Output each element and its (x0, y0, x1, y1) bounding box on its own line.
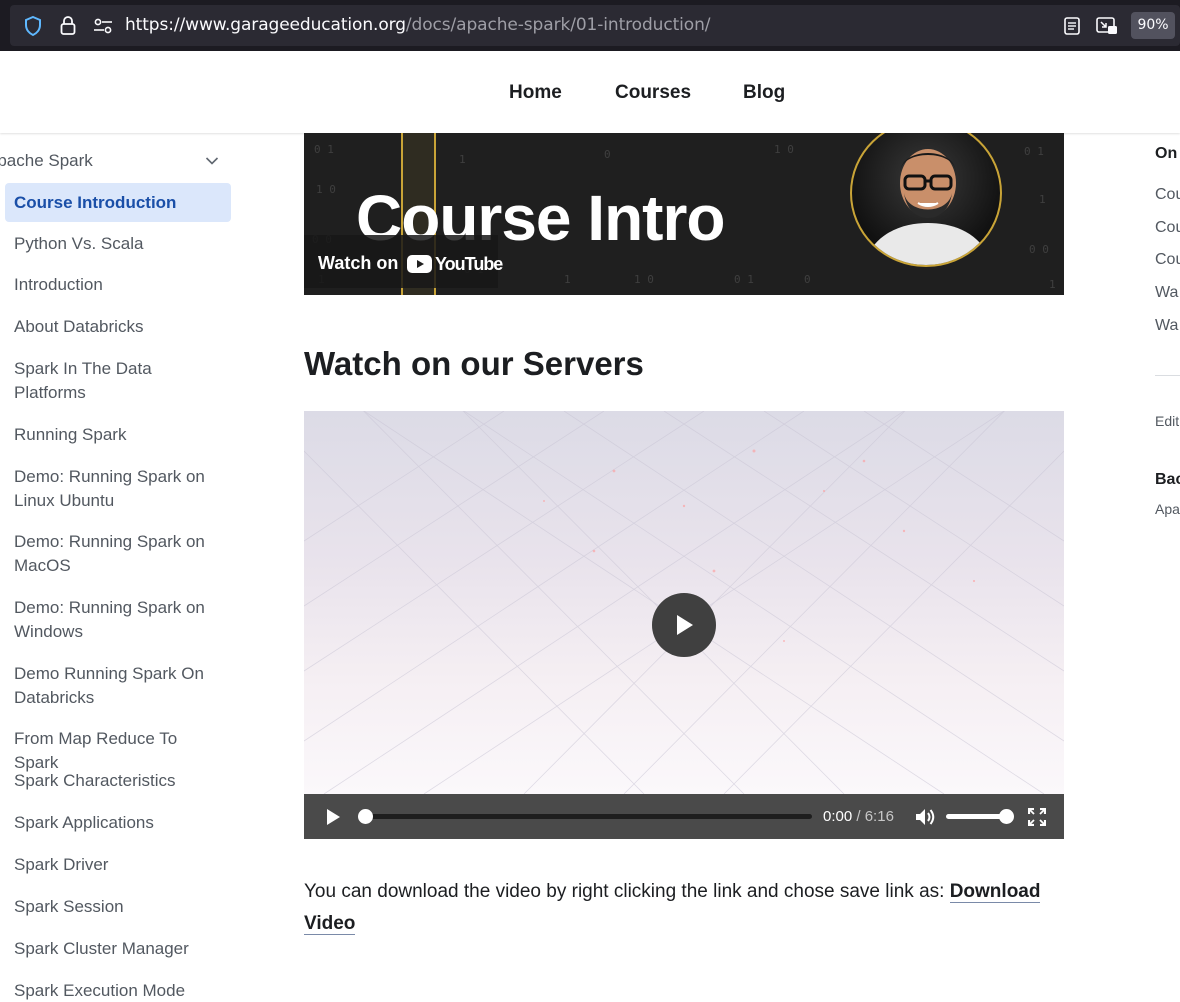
svg-text:1 0: 1 0 (774, 143, 794, 156)
sidebar-item-introduction[interactable]: Introduction (5, 273, 231, 297)
url-bar[interactable]: https://www.garageeducation.org/docs/apa… (10, 5, 1180, 46)
svg-text:0 0: 0 0 (1029, 243, 1049, 256)
nav-link-blog[interactable]: Blog (743, 82, 785, 104)
svg-text:1 0: 1 0 (634, 273, 654, 286)
svg-text:1 0: 1 0 (316, 183, 336, 196)
sidebar-item-spark-session[interactable]: Spark Session (5, 895, 231, 919)
toc-heading: On (1155, 145, 1178, 162)
sidebar-item-demo-macos[interactable]: Demo: Running Spark on MacOS (5, 530, 231, 578)
video-player[interactable]: 0:00 / 6:16 (304, 411, 1064, 839)
sidebar-item-spark-in-data-platforms[interactable]: Spark In The Data Platforms (5, 357, 231, 405)
toc-item[interactable]: Wa (1155, 284, 1178, 302)
svg-text:0 1: 0 1 (1024, 145, 1044, 158)
docs-sidebar: Apache Spark Course Introduction Python … (0, 133, 244, 1002)
svg-text:1: 1 (1049, 278, 1056, 291)
sidebar-item-python-vs-scala[interactable]: Python Vs. Scala (5, 232, 231, 256)
sidebar-item-demo-windows[interactable]: Demo: Running Spark on Windows (5, 596, 231, 644)
video-controls: 0:00 / 6:16 (304, 794, 1064, 839)
video-screen[interactable] (304, 411, 1064, 794)
url-text[interactable]: https://www.garageeducation.org/docs/apa… (125, 5, 710, 46)
toc-item[interactable]: Cou (1155, 219, 1180, 237)
sidebar-item-demo-linux-ubuntu[interactable]: Demo: Running Spark on Linux Ubuntu (5, 465, 231, 513)
svg-text:0: 0 (604, 148, 611, 161)
big-play-button[interactable] (652, 593, 716, 657)
play-icon[interactable] (324, 808, 342, 831)
sidebar-item-about-databricks[interactable]: About Databricks (5, 315, 231, 339)
youtube-logo-text: YouTube (435, 253, 503, 274)
nav-link-courses[interactable]: Courses (615, 82, 691, 104)
volume-slider-track[interactable] (946, 814, 1006, 819)
sidebar-item-spark-applications[interactable]: Spark Applications (5, 811, 231, 835)
sidebar-item-spark-execution-mode[interactable]: Spark Execution Mode (5, 979, 231, 1002)
volume-slider-thumb[interactable] (999, 809, 1014, 824)
browser-toolbar: https://www.garageeducation.org/docs/apa… (0, 0, 1180, 51)
download-paragraph: You can download the video by right clic… (304, 881, 1041, 935)
fullscreen-icon[interactable] (1027, 807, 1047, 831)
sidebar-item-spark-driver[interactable]: Spark Driver (5, 853, 231, 877)
nav-link-home[interactable]: Home (509, 82, 562, 104)
sidebar-item-spark-cluster-manager[interactable]: Spark Cluster Manager (5, 937, 231, 961)
back-link[interactable]: Apa (1155, 501, 1180, 517)
video-progress-track[interactable] (363, 814, 812, 819)
video-progress-thumb[interactable] (358, 809, 373, 824)
watch-on-label: Watch on (318, 253, 399, 273)
sidebar-item-spark-characteristics[interactable]: Spark Characteristics (5, 769, 231, 793)
zoom-level-button[interactable]: 90% (1131, 12, 1175, 39)
youtube-play-icon (407, 255, 432, 273)
youtube-logo-icon: YouTube (407, 253, 503, 274)
shield-icon[interactable] (21, 5, 45, 46)
back-heading: Bac (1155, 471, 1180, 488)
sidebar-item-running-spark[interactable]: Running Spark (5, 423, 231, 447)
site-navbar: Home Courses Blog (0, 51, 1180, 133)
permissions-icon[interactable] (91, 5, 115, 46)
watch-on-youtube-button[interactable]: Watch on YouTube (304, 235, 503, 288)
sidebar-category-label: Apache Spark (0, 151, 93, 170)
video-time-display: 0:00 / 6:16 (823, 808, 894, 825)
svg-text:1: 1 (459, 153, 466, 166)
svg-text:0 1: 0 1 (314, 143, 334, 156)
chevron-down-icon[interactable] (205, 153, 219, 171)
section-heading-watch-on-servers: Watch on our Servers (304, 345, 644, 382)
svg-text:0: 0 (804, 273, 811, 286)
play-icon (677, 615, 693, 635)
sidebar-item-course-introduction[interactable]: Course Introduction (5, 183, 231, 222)
toc-item[interactable]: Wa (1155, 317, 1178, 335)
svg-text:0 1: 0 1 (734, 273, 754, 286)
toc-item[interactable]: Cou (1155, 186, 1180, 204)
toc-divider (1155, 375, 1180, 376)
svg-text:1: 1 (564, 273, 571, 286)
volume-icon[interactable] (914, 807, 936, 832)
youtube-embed[interactable]: 0 11 00 01 10 101 0 1 000 11 0 010 11 Co… (304, 133, 1064, 295)
sidebar-category-apache-spark[interactable]: Apache Spark (0, 147, 232, 175)
lock-icon[interactable] (56, 5, 80, 46)
picture-in-picture-icon[interactable] (1094, 5, 1120, 46)
toc-item[interactable]: Cou (1155, 251, 1180, 269)
reader-view-icon[interactable] (1060, 5, 1084, 46)
sidebar-item-demo-databricks[interactable]: Demo Running Spark On Databricks (5, 662, 231, 710)
table-of-contents: On Cou Cou Cou Wa Wa Edit Bac Apa (1155, 133, 1180, 1002)
sidebar-item-map-reduce-to-spark[interactable]: From Map Reduce To Spark (5, 727, 231, 775)
edit-page-link[interactable]: Edit (1155, 413, 1179, 429)
svg-text:1: 1 (1039, 193, 1046, 206)
